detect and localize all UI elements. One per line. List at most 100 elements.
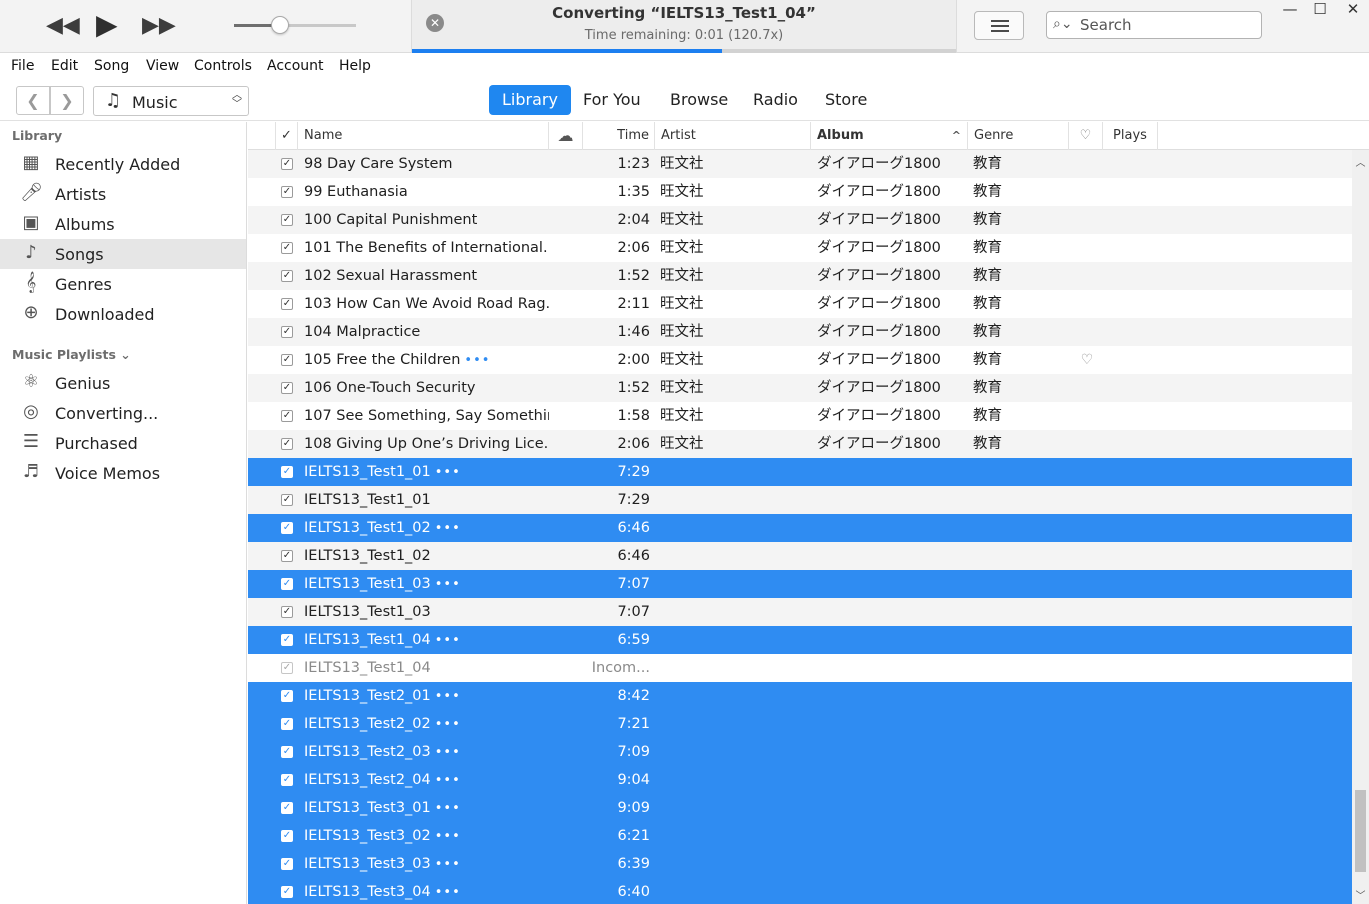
table-row[interactable]: ✓ IELTS13_Test3_04 ••• 6:40 <box>248 878 1352 904</box>
sidebar-item-voice-memos[interactable]: ♬ Voice Memos <box>0 458 246 488</box>
tab-library[interactable]: Library <box>489 85 571 115</box>
tab-radio[interactable]: Radio <box>740 85 811 115</box>
more-options-icon[interactable]: ••• <box>435 801 461 816</box>
more-options-icon[interactable]: ••• <box>435 521 461 536</box>
table-row[interactable]: ✓ 102 Sexual Harassment 1:52 旺文社 ダイアローグ1800 教… <box>248 262 1352 290</box>
table-row[interactable]: ✓ 107 See Something, Say Something 1:58 旺文社… <box>248 402 1352 430</box>
table-row[interactable]: ✓ IELTS13_Test2_04 ••• 9:04 <box>248 766 1352 794</box>
play-icon[interactable]: ▶ <box>96 11 118 39</box>
table-row[interactable]: ✓ 99 Euthanasia 1:35 旺文社 ダイアローグ1800 教育 <box>248 178 1352 206</box>
fast-forward-icon[interactable]: ▶▶ <box>142 15 176 37</box>
row-checkbox[interactable]: ✓ <box>281 570 295 598</box>
sidebar-item-songs[interactable]: ♪ Songs <box>0 239 246 269</box>
row-checkbox[interactable]: ✓ <box>281 402 295 430</box>
row-checkbox[interactable]: ✓ <box>281 458 295 486</box>
table-row[interactable]: ✓ IELTS13_Test1_02 6:46 <box>248 542 1352 570</box>
row-checkbox[interactable]: ✓ <box>281 514 295 542</box>
table-row[interactable]: ✓ IELTS13_Test2_03 ••• 7:09 <box>248 738 1352 766</box>
vertical-scrollbar[interactable]: ︿ ﹀ <box>1352 150 1369 904</box>
sidebar-item-artists[interactable]: 🎤︎ Artists <box>0 179 246 209</box>
menu-edit[interactable]: Edit <box>51 58 78 74</box>
table-row[interactable]: ✓ IELTS13_Test2_02 ••• 7:21 <box>248 710 1352 738</box>
scrollbar-thumb[interactable] <box>1355 790 1366 872</box>
table-row[interactable]: ✓ IELTS13_Test2_01 ••• 8:42 <box>248 682 1352 710</box>
row-checkbox[interactable]: ✓ <box>281 766 295 794</box>
table-row[interactable]: ✓ IELTS13_Test1_03 7:07 <box>248 598 1352 626</box>
more-options-icon[interactable]: ••• <box>435 885 461 900</box>
close-window-button[interactable]: ✕ <box>1337 0 1369 22</box>
more-options-icon[interactable]: ••• <box>435 829 461 844</box>
forward-button[interactable]: ❯ <box>50 86 84 115</box>
up-next-list-button[interactable] <box>974 11 1024 40</box>
row-checkbox[interactable]: ✓ <box>281 206 295 234</box>
table-row[interactable]: ✓ 98 Day Care System 1:23 旺文社 ダイアローグ1800 教育 <box>248 150 1352 178</box>
table-row[interactable]: ✓ 106 One-Touch Security 1:52 旺文社 ダイアローグ1800… <box>248 374 1352 402</box>
menu-song[interactable]: Song <box>94 58 129 74</box>
table-row[interactable]: ✓ IELTS13_Test1_01 7:29 <box>248 486 1352 514</box>
sidebar-item-genres[interactable]: 𝄞 Genres <box>0 269 246 299</box>
menu-file[interactable]: File <box>11 58 34 74</box>
more-options-icon[interactable]: ••• <box>464 353 490 368</box>
row-checkbox[interactable]: ✓ <box>281 430 295 458</box>
row-checkbox[interactable]: ✓ <box>281 626 295 654</box>
row-checkbox[interactable]: ✓ <box>281 710 295 738</box>
row-checkbox[interactable]: ✓ <box>281 290 295 318</box>
search-input[interactable] <box>1080 15 1256 35</box>
row-checkbox[interactable]: ✓ <box>281 374 295 402</box>
volume-knob[interactable] <box>271 16 290 34</box>
sidebar-item-purchased[interactable]: ☰ Purchased <box>0 428 246 458</box>
row-checkbox[interactable]: ✓ <box>281 318 295 346</box>
sidebar-item-genius[interactable]: ⚛ Genius <box>0 368 246 398</box>
row-checkbox[interactable]: ✓ <box>281 878 295 904</box>
row-checkbox[interactable]: ✓ <box>281 346 295 374</box>
header-check[interactable]: ✓ <box>276 122 298 150</box>
more-options-icon[interactable]: ••• <box>435 577 461 592</box>
tab-store[interactable]: Store <box>812 85 880 115</box>
table-row[interactable]: ✓ 108 Giving Up One’s Driving Lice... 2:06… <box>248 430 1352 458</box>
header-name[interactable]: Name <box>298 122 549 150</box>
row-checkbox[interactable]: ✓ <box>281 850 295 878</box>
sidebar-item-converting[interactable]: ◎ Converting... <box>0 398 246 428</box>
volume-slider[interactable] <box>234 16 356 34</box>
back-button[interactable]: ❮ <box>16 86 50 115</box>
menu-view[interactable]: View <box>146 58 179 74</box>
more-options-icon[interactable]: ••• <box>435 717 461 732</box>
table-row[interactable]: ✓ 101 The Benefits of International... 2:0… <box>248 234 1352 262</box>
table-row[interactable]: ✓ 103 How Can We Avoid Road Rag... 2:11 旺文社… <box>248 290 1352 318</box>
header-love-icon[interactable]: ♡ <box>1069 122 1103 150</box>
header-album[interactable]: Album ^ <box>811 122 968 150</box>
table-row[interactable]: ✓ 100 Capital Punishment 2:04 旺文社 ダイアローグ1800… <box>248 206 1352 234</box>
scroll-up-icon[interactable]: ︿ <box>1352 154 1369 169</box>
maximize-button[interactable]: ☐ <box>1304 0 1336 22</box>
row-checkbox[interactable]: ✓ <box>281 262 295 290</box>
row-checkbox[interactable]: ✓ <box>281 794 295 822</box>
minimize-button[interactable]: — <box>1274 0 1306 22</box>
row-checkbox[interactable]: ✓ <box>281 598 295 626</box>
more-options-icon[interactable]: ••• <box>435 465 461 480</box>
row-checkbox[interactable]: ✓ <box>281 738 295 766</box>
love-heart-icon[interactable]: ♡ <box>1076 346 1098 374</box>
more-options-icon[interactable]: ••• <box>435 773 461 788</box>
sidebar-item-downloaded[interactable]: ⊕ Downloaded <box>0 299 246 329</box>
row-checkbox[interactable]: ✓ <box>281 234 295 262</box>
rewind-icon[interactable]: ◀◀ <box>46 15 80 37</box>
table-row[interactable]: ✓ 105 Free the Children ••• 2:00 旺文社 ダイアローグ18… <box>248 346 1352 374</box>
table-row[interactable]: ✓ IELTS13_Test3_01 ••• 9:09 <box>248 794 1352 822</box>
table-row[interactable]: ✓ IELTS13_Test1_01 ••• 7:29 <box>248 458 1352 486</box>
row-checkbox[interactable]: ✓ <box>281 822 295 850</box>
media-kind-picker[interactable]: ♫ Music ︿ ﹀ <box>93 86 249 116</box>
header-time[interactable]: Time <box>583 122 655 150</box>
row-checkbox[interactable]: ✓ <box>281 682 295 710</box>
more-options-icon[interactable]: ••• <box>435 633 461 648</box>
tab-for-you[interactable]: For You <box>570 85 654 115</box>
row-checkbox[interactable]: ✓ <box>281 486 295 514</box>
table-row[interactable]: ✓ IELTS13_Test3_03 ••• 6:39 <box>248 850 1352 878</box>
more-options-icon[interactable]: ••• <box>435 857 461 872</box>
header-artist[interactable]: Artist <box>655 122 811 150</box>
playlists-section-title[interactable]: Music Playlists ⌄ <box>12 347 131 362</box>
search-icon[interactable]: ⌕⌄ <box>1053 16 1073 32</box>
row-checkbox[interactable]: ✓ <box>281 150 295 178</box>
row-checkbox[interactable]: ✓ <box>281 178 295 206</box>
table-row[interactable]: ✓ IELTS13_Test1_04 Incom... <box>248 654 1352 682</box>
scroll-down-icon[interactable]: ﹀ <box>1352 887 1369 902</box>
